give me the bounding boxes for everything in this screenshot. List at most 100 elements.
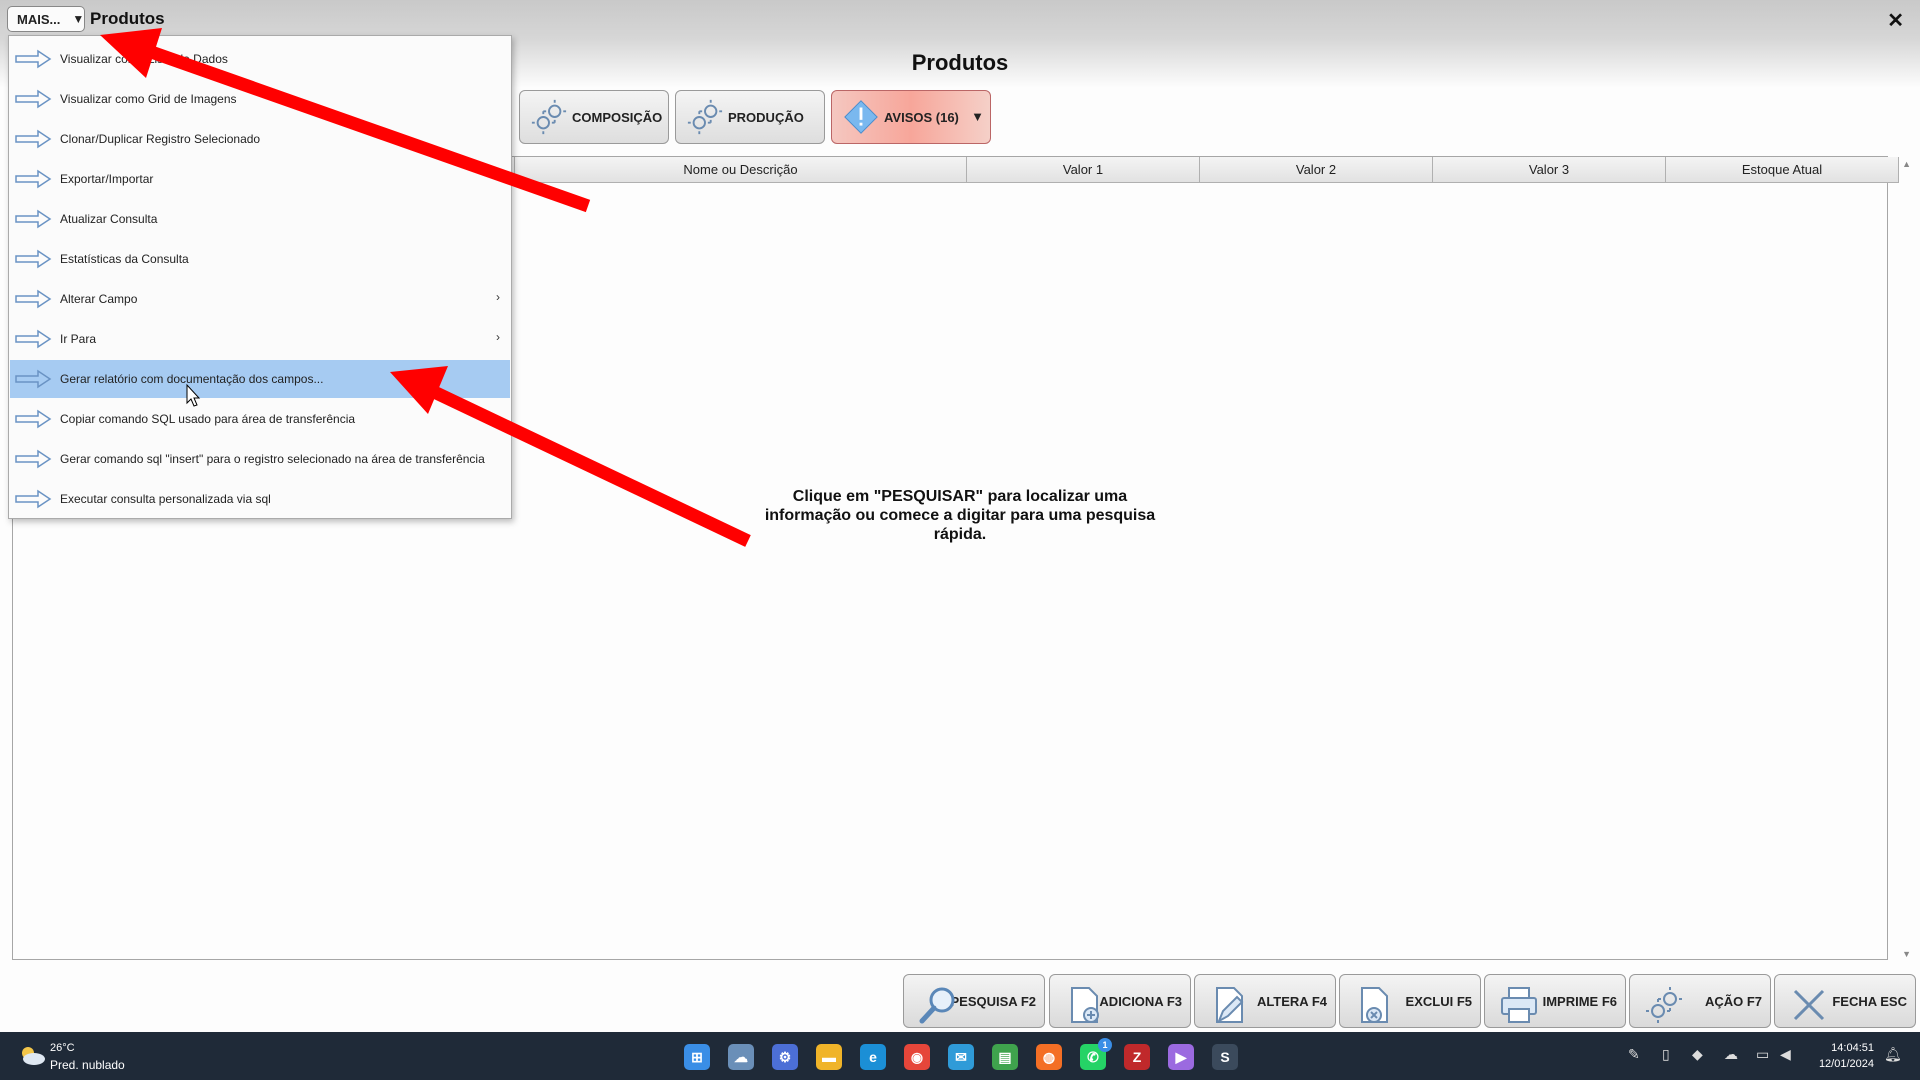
windows-taskbar: 26°C Pred. nublado ⊞ ☁ ⚙ ▬ e ◉ ✉ ▤ ◍ ✆ 1 Z ▶ S ✎ ▯ ◆ … bbox=[0, 1032, 1920, 1080]
acao-button[interactable]: AÇÃO F7 bbox=[1629, 974, 1771, 1028]
scroll-up-icon[interactable]: ▲ bbox=[1902, 159, 1911, 169]
arrow-right-icon bbox=[15, 129, 52, 149]
menu-item[interactable]: Estatísticas da Consulta bbox=[10, 240, 510, 278]
cloudy-weather-icon[interactable] bbox=[18, 1044, 46, 1066]
gear-icon bbox=[531, 99, 567, 135]
firefox-icon[interactable]: ◍ bbox=[1036, 1044, 1062, 1070]
magnifier-icon bbox=[919, 987, 955, 1024]
close-icon bbox=[1793, 989, 1825, 1021]
onedrive-icon[interactable]: ☁ bbox=[1724, 1046, 1738, 1063]
submenu-chevron-icon: › bbox=[496, 330, 500, 344]
avisos-button[interactable]: AVISOS (16) ▼ bbox=[831, 90, 991, 144]
column-header-valor3[interactable]: Valor 3 bbox=[1433, 157, 1666, 183]
menu-item[interactable]: Alterar Campo › bbox=[10, 280, 510, 318]
printer-icon bbox=[1501, 987, 1537, 1023]
menu-item-label: Atualizar Consulta bbox=[60, 212, 158, 226]
producao-button[interactable]: PRODUÇÃO bbox=[675, 90, 825, 144]
windows-start-icon[interactable]: ⊞ bbox=[684, 1044, 710, 1070]
menu-item-label: Visualizar como Grid de Imagens bbox=[60, 92, 237, 106]
pesquisa-button[interactable]: PESQUISA F2 bbox=[903, 974, 1045, 1028]
menu-item-label: Alterar Campo bbox=[60, 292, 138, 306]
mail-icon[interactable]: ✉ bbox=[948, 1044, 974, 1070]
gear-icon bbox=[1646, 987, 1682, 1023]
arrow-right-icon bbox=[15, 449, 52, 469]
fecha-label: FECHA ESC bbox=[1832, 993, 1907, 1009]
weather-description[interactable]: Pred. nublado bbox=[50, 1058, 125, 1072]
scroll-down-icon[interactable]: ▼ bbox=[1902, 949, 1911, 959]
close-window-icon[interactable]: ✕ bbox=[1887, 8, 1904, 33]
arrow-right-icon bbox=[15, 289, 52, 309]
volume-icon[interactable]: ◀ bbox=[1780, 1046, 1791, 1063]
producao-label: PRODUÇÃO bbox=[728, 109, 804, 125]
altera-button[interactable]: ALTERA F4 bbox=[1194, 974, 1336, 1028]
exclui-label: EXCLUI F5 bbox=[1405, 993, 1472, 1009]
column-header-valor1[interactable]: Valor 1 bbox=[967, 157, 1200, 183]
arrow-right-icon bbox=[15, 489, 52, 509]
adiciona-button[interactable]: ADICIONA F3 bbox=[1049, 974, 1191, 1028]
composicao-label: COMPOSIÇÃO bbox=[572, 109, 663, 125]
mais-label: MAIS... bbox=[17, 11, 61, 27]
menu-item[interactable]: Visualizar como Grid de Imagens bbox=[10, 80, 510, 118]
usb-icon[interactable]: ▯ bbox=[1662, 1046, 1670, 1063]
menu-item[interactable]: Gerar comando sql "insert" para o regist… bbox=[10, 440, 510, 478]
window-title: Produtos bbox=[90, 9, 165, 28]
menu-item-label: Exportar/Importar bbox=[60, 172, 154, 186]
acao-label: AÇÃO F7 bbox=[1704, 993, 1762, 1009]
filezilla-icon[interactable]: Z bbox=[1124, 1044, 1150, 1070]
menu-item-label: Estatísticas da Consulta bbox=[60, 252, 189, 266]
mais-menu-button[interactable]: MAIS... ▼ bbox=[7, 6, 85, 32]
column-header-nome[interactable]: Nome ou Descrição bbox=[515, 157, 967, 183]
mais-context-menu: Visualizar como Lista de Dados Visualizar… bbox=[8, 35, 512, 519]
app-s-icon[interactable]: S bbox=[1212, 1044, 1238, 1070]
gear-icon bbox=[687, 99, 723, 135]
composicao-button[interactable]: COMPOSIÇÃO bbox=[519, 90, 669, 144]
menu-item[interactable]: Gerar relatório com documentação dos cam… bbox=[10, 360, 510, 398]
fecha-button[interactable]: FECHA ESC bbox=[1774, 974, 1916, 1028]
file-explorer-cloud-icon[interactable]: ☁ bbox=[728, 1044, 754, 1070]
chrome-icon[interactable]: ◉ bbox=[904, 1044, 930, 1070]
notepad-icon[interactable]: ▤ bbox=[992, 1044, 1018, 1070]
arrow-right-icon bbox=[15, 89, 52, 109]
pen-icon[interactable]: ✎ bbox=[1628, 1046, 1640, 1063]
menu-item[interactable]: Exportar/Importar bbox=[10, 160, 510, 198]
clock-date[interactable]: 12/01/2024 bbox=[1819, 1058, 1874, 1070]
menu-item-label: Executar consulta personalizada via sql bbox=[60, 492, 271, 506]
imprime-button[interactable]: IMPRIME F6 bbox=[1484, 974, 1626, 1028]
arrow-right-icon bbox=[15, 209, 52, 229]
arrow-right-icon bbox=[15, 49, 52, 69]
menu-item-label: Gerar relatório com documentação dos cam… bbox=[60, 372, 324, 386]
network-icon[interactable]: ▭ bbox=[1756, 1046, 1769, 1063]
whatsapp-badge: 1 bbox=[1098, 1038, 1112, 1052]
delete-document-icon bbox=[1361, 987, 1388, 1023]
menu-item-label: Visualizar como Lista de Dados bbox=[60, 52, 228, 66]
avisos-dropdown-icon[interactable]: ▼ bbox=[971, 109, 984, 124]
exclui-button[interactable]: EXCLUI F5 bbox=[1339, 974, 1481, 1028]
column-header-valor2[interactable]: Valor 2 bbox=[1200, 157, 1433, 183]
edit-document-icon bbox=[1216, 987, 1244, 1024]
media-player-icon[interactable]: ▶ bbox=[1168, 1044, 1194, 1070]
menu-item[interactable]: Visualizar como Lista de Dados bbox=[10, 40, 510, 78]
menu-item-label: Copiar comando SQL usado para área de tr… bbox=[60, 412, 356, 426]
settings-icon[interactable]: ⚙ bbox=[772, 1044, 798, 1070]
dropdown-arrow-icon: ▼ bbox=[72, 12, 85, 26]
imprime-label: IMPRIME F6 bbox=[1542, 993, 1617, 1009]
menu-item[interactable]: Atualizar Consulta bbox=[10, 200, 510, 238]
menu-item[interactable]: Ir Para › bbox=[10, 320, 510, 358]
menu-item[interactable]: Clonar/Duplicar Registro Selecionado bbox=[10, 120, 510, 158]
security-icon[interactable]: ◆ bbox=[1692, 1046, 1703, 1063]
edge-icon[interactable]: e bbox=[860, 1044, 886, 1070]
menu-item-label: Ir Para bbox=[60, 332, 97, 346]
weather-temperature[interactable]: 26°C bbox=[50, 1042, 75, 1054]
menu-item-label: Gerar comando sql "insert" para o regist… bbox=[60, 452, 485, 466]
arrow-right-icon bbox=[15, 369, 52, 389]
whatsapp-icon[interactable]: ✆ 1 bbox=[1080, 1038, 1112, 1070]
clock-time[interactable]: 14:04:51 bbox=[1831, 1042, 1874, 1054]
folder-icon[interactable]: ▬ bbox=[816, 1044, 842, 1070]
notification-bell-icon[interactable]: 🔔︎ bbox=[1884, 1046, 1902, 1063]
arrow-right-icon bbox=[15, 169, 52, 189]
menu-item[interactable]: Copiar comando SQL usado para área de tr… bbox=[10, 400, 510, 438]
column-header-estoque[interactable]: Estoque Atual bbox=[1666, 157, 1899, 183]
title-bar: MAIS... ▼ Produtos ✕ bbox=[0, 0, 1920, 38]
warning-icon bbox=[844, 100, 878, 134]
menu-item[interactable]: Executar consulta personalizada via sql bbox=[10, 480, 510, 518]
